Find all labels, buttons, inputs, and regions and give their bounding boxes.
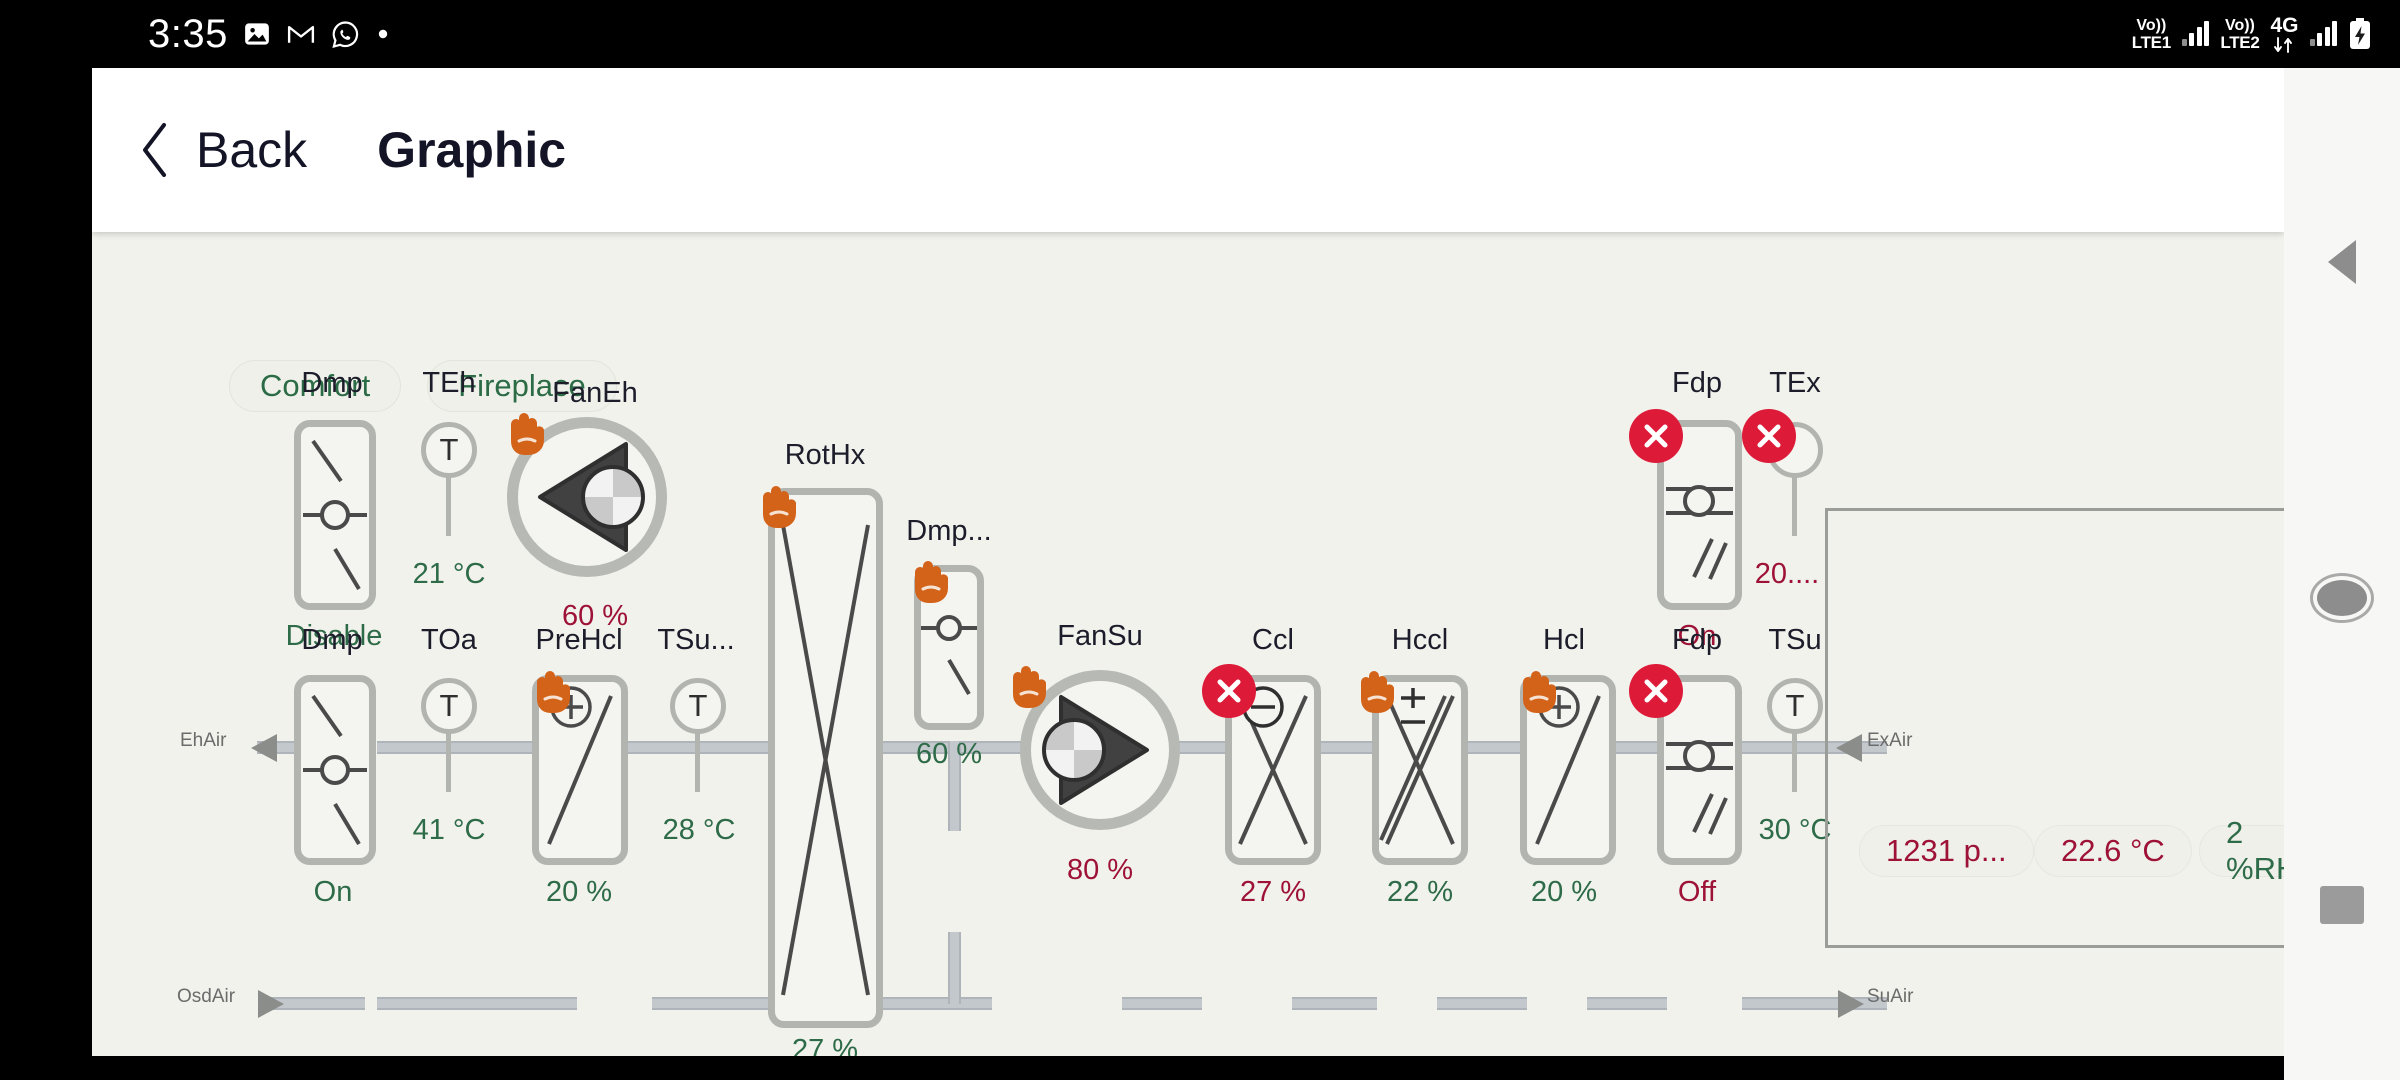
dot-icon — [375, 26, 391, 42]
graphic-canvas: Comfort Fireplace EhAir OsdAir ExAir SuA… — [92, 232, 2284, 1056]
component-label-faneh: FanEh — [552, 377, 638, 409]
alarm-badge-tex[interactable] — [1742, 409, 1796, 463]
component-label-toa: TOa — [421, 624, 477, 656]
manual-override-hand-icon-fansu[interactable] — [1002, 657, 1056, 711]
back-button-label[interactable]: Back — [196, 121, 307, 179]
duct-bypass-lower — [948, 932, 961, 1004]
component-label-dmp-outside: Dmp — [301, 624, 363, 656]
alarm-badge-fdp-top[interactable] — [1629, 409, 1683, 463]
status-bar-right: Vo)) LTE1 Vo)) LTE2 4G — [2132, 0, 2372, 68]
component-label-teh: TEh — [422, 367, 476, 399]
component-label-tex: TEx — [1769, 367, 1821, 399]
component-label-ccl: Ccl — [1252, 624, 1294, 656]
duct-bot-7 — [1587, 997, 1667, 1010]
component-value-dmp-outside: On — [313, 876, 353, 908]
port-label-exhaust-air: EhAir — [180, 730, 227, 751]
gmail-icon — [286, 19, 316, 49]
sensor-tsu[interactable]: T — [1767, 678, 1823, 734]
status-bar: 3:35 Vo)) LTE1 Vo)) LTE2 4G — [0, 0, 2400, 68]
sensor-stem-toa — [446, 732, 451, 792]
manual-override-hand-icon-hccl[interactable] — [1350, 662, 1404, 716]
manual-override-hand-icon-hcl[interactable] — [1512, 662, 1566, 716]
sensor-stem-tsu-pre — [695, 732, 700, 792]
sensor-tsu-pre[interactable]: T — [670, 678, 726, 734]
page-title: Graphic — [377, 122, 567, 178]
mobile-data-icon: 4G — [2270, 15, 2299, 54]
alarm-badge-ccl[interactable] — [1202, 664, 1256, 718]
sensor-teh[interactable]: T — [421, 422, 477, 478]
component-value-toa: 41 °C — [412, 814, 486, 846]
damper-exhaust[interactable] — [294, 420, 376, 610]
nav-recents-icon[interactable] — [2320, 886, 2364, 924]
phone-screen: 3:35 Vo)) LTE1 Vo)) LTE2 4G Back Graphic… — [0, 0, 2400, 1080]
component-value-prehcl: 20 % — [545, 876, 613, 908]
component-label-tsu-pre: TSu... — [657, 624, 735, 656]
component-value-tsu-pre: 28 °C — [662, 814, 736, 846]
component-label-fdp-bottom: Fdp — [1672, 624, 1722, 656]
nav-back-icon[interactable] — [2328, 240, 2356, 284]
component-label-dmp-exhaust: Dmp — [301, 367, 363, 399]
component-label-tsu: TSu — [1768, 624, 1822, 656]
component-value-hcl: 20 % — [1530, 876, 1598, 908]
manual-override-hand-icon-dmp-bypass[interactable] — [904, 552, 958, 606]
component-value-dmp-bypass: 60 % — [915, 738, 983, 770]
component-value-teh: 21 °C — [412, 558, 486, 590]
room-zone — [1825, 508, 2284, 948]
android-nav-bar — [2284, 68, 2400, 1080]
component-label-fdp-top: Fdp — [1672, 367, 1722, 399]
sensor-toa[interactable]: T — [421, 678, 477, 734]
arrow-exhaust-out-icon — [251, 734, 277, 762]
room-reading-temperature[interactable]: 22.6 °C — [2034, 825, 2192, 877]
component-label-hccl: Hccl — [1391, 624, 1449, 656]
charging-battery-icon — [2348, 18, 2372, 50]
component-value-tsu: 30 °C — [1758, 814, 1832, 846]
component-value-hccl: 22 % — [1386, 876, 1454, 908]
photos-icon — [242, 19, 272, 49]
component-value-tex: 20.... — [1754, 558, 1820, 590]
duct-bot-6 — [1437, 997, 1527, 1010]
arrow-supply-icon — [1838, 990, 1864, 1018]
component-value-ccl: 27 % — [1239, 876, 1307, 908]
component-label-prehcl: PreHcl — [535, 624, 623, 656]
manual-override-hand-icon-rothx[interactable] — [752, 477, 806, 531]
manual-override-hand-icon-faneh[interactable] — [500, 404, 554, 458]
component-label-rothx: RotHx — [784, 439, 866, 471]
sensor-stem-tex — [1792, 476, 1797, 536]
sensor-stem-tsu — [1792, 732, 1797, 792]
sensor-stem-teh — [446, 476, 451, 536]
signal-data-icon — [2309, 21, 2337, 46]
back-chevron-icon[interactable] — [132, 120, 178, 180]
duct-bot-4 — [1122, 997, 1202, 1010]
nav-home-icon[interactable] — [2317, 580, 2367, 616]
signal-sim1-icon — [2181, 21, 2210, 46]
whatsapp-icon — [330, 19, 361, 50]
room-reading-humidity[interactable]: 2 %RH — [2199, 815, 2284, 886]
duct-bot-3 — [882, 997, 992, 1010]
alarm-badge-fdp-bottom[interactable] — [1629, 664, 1683, 718]
component-value-fdp-bottom: Off — [1677, 876, 1717, 908]
status-bar-left: 3:35 — [148, 0, 391, 68]
port-label-outside-air: OsdAir — [177, 986, 236, 1007]
component-label-dmp-bypass: Dmp... — [906, 515, 992, 547]
damper-outside[interactable] — [294, 675, 376, 865]
app-header: Back Graphic — [92, 68, 2284, 232]
duct-bot-5 — [1292, 997, 1377, 1010]
arrow-outside-in-icon — [258, 990, 284, 1018]
component-label-fansu: FanSu — [1057, 620, 1143, 652]
volte-sim1-icon: Vo)) LTE1 — [2131, 16, 2171, 52]
manual-override-hand-icon-prehcl[interactable] — [526, 662, 580, 716]
room-reading-co2[interactable]: 1231 p... — [1859, 825, 2034, 877]
component-label-hcl: Hcl — [1543, 624, 1585, 656]
volte-sim2-icon: Vo)) LTE2 — [2220, 16, 2260, 52]
component-value-rothx: 27 % — [791, 1034, 859, 1056]
duct-bot-1 — [377, 997, 577, 1010]
component-value-fansu: 80 % — [1066, 854, 1134, 886]
rotary-heat-exchanger[interactable] — [768, 488, 883, 1028]
app-window: Back Graphic Comfort Fireplace EhAir Osd… — [92, 68, 2284, 1056]
clock: 3:35 — [148, 12, 228, 56]
